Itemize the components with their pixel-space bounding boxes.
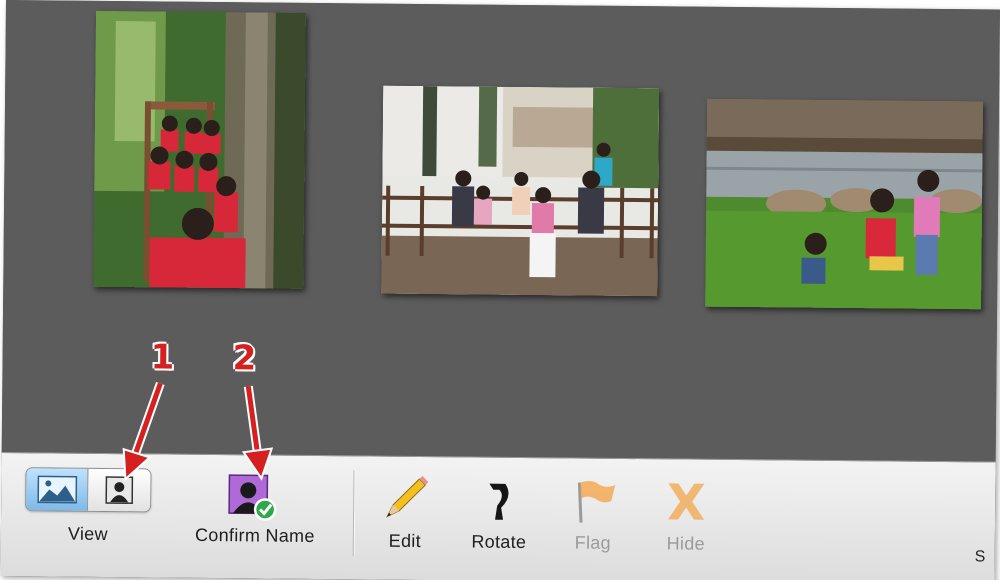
confirm-name-icon	[228, 474, 277, 521]
face-portrait-icon	[105, 476, 134, 504]
rotate-arrow-icon	[489, 483, 509, 520]
edit-label: Edit	[388, 530, 422, 552]
flag-button[interactable]: Flag	[561, 474, 626, 554]
landscape-photo-icon	[36, 475, 77, 504]
photo-family-on-deck[interactable]	[381, 85, 660, 297]
rotate-label: Rotate	[471, 531, 527, 553]
landscape-photo-view-button[interactable]	[26, 468, 89, 511]
photo-viewer	[1, 0, 1000, 462]
annotation-marker-1: 1	[150, 337, 175, 378]
photo-family-on-deck-image	[381, 85, 660, 297]
photo-kids-on-grass[interactable]	[705, 98, 984, 310]
hide-label: Hide	[666, 533, 706, 554]
photo-children-on-stairs[interactable]	[93, 10, 306, 289]
toolbar-divider	[352, 470, 355, 557]
edit-button[interactable]: Edit	[373, 473, 438, 553]
flag-label: Flag	[574, 532, 612, 553]
annotation-marker-2: 2	[232, 338, 257, 379]
toolbar-edge-text: S	[974, 548, 986, 566]
confirm-name-button[interactable]	[227, 473, 277, 521]
photo-children-on-stairs-image	[93, 10, 306, 289]
view-label: View	[67, 523, 108, 545]
hide-x-icon	[668, 483, 705, 520]
view-control-label-wrap: View	[25, 523, 151, 545]
hide-button[interactable]: Hide	[651, 475, 722, 555]
confirm-name-label: Confirm Name	[194, 524, 315, 546]
app-window: View Confirm Name Edit Rotate Flag Hide …	[0, 0, 1000, 580]
bottom-toolbar: View Confirm Name Edit Rotate Flag Hide …	[0, 451, 996, 580]
pencil-icon	[385, 476, 429, 518]
view-mode-segmented-control[interactable]	[25, 467, 152, 513]
photo-kids-on-grass-image	[705, 98, 984, 310]
rotate-button[interactable]: Rotate	[459, 473, 540, 553]
confirm-name-label-wrap: Confirm Name	[177, 525, 333, 547]
faces-view-button[interactable]	[88, 468, 151, 512]
flag-icon	[577, 481, 616, 523]
